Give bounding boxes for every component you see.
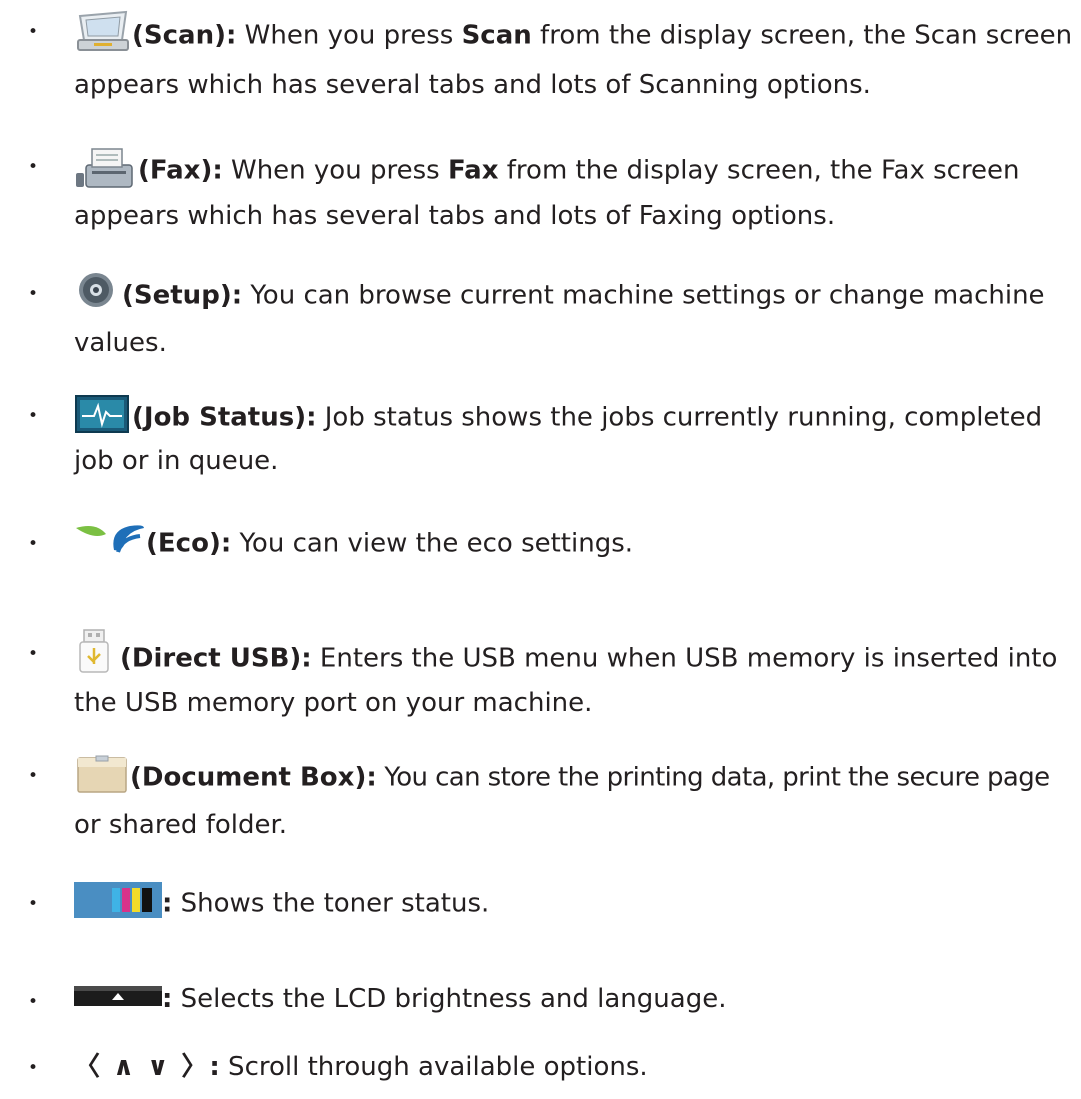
bullet: • (28, 534, 39, 554)
item-line-1: (Fax): When you press Fax from the displ… (74, 148, 1020, 193)
bullet: • (28, 644, 39, 664)
item-line-1: (Setup): You can browse current machine … (74, 273, 1045, 316)
scroll-arrows-icon: 〈 ∧ ∨ 〉 (74, 1052, 210, 1082)
bullet: • (28, 1058, 39, 1078)
job-status-icon (74, 394, 132, 434)
bullet: • (28, 22, 39, 42)
item-label-eco: Eco (157, 528, 209, 559)
item-line-1: 〈 ∧ ∨ 〉: Scroll through available option… (74, 1052, 648, 1082)
item-line-2: appears which has several tabs and lots … (74, 201, 836, 231)
brightness-tab-icon (74, 984, 162, 1008)
bullet: • (28, 992, 39, 1012)
folder-icon (74, 754, 130, 794)
item-line-1: (Eco): You can view the eco settings. (74, 525, 633, 562)
gear-icon (74, 272, 122, 312)
scanner-icon (74, 10, 132, 54)
fax-icon (74, 145, 138, 189)
usb-icon (74, 628, 120, 674)
item-line-1: (Direct USB): Enters the USB menu when U… (74, 629, 1057, 682)
item-line-2: job or in queue. (74, 446, 279, 476)
item-label-job-status: Job Status (143, 402, 295, 433)
eco-leaf-icon (74, 522, 146, 558)
item-line-2: values. (74, 328, 167, 358)
item-line-1: (Scan): When you press Scan from the dis… (74, 10, 1072, 58)
bullet: • (28, 406, 39, 426)
item-label-direct-usb: Direct USB (131, 643, 290, 674)
item-line-1: : Shows the toner status. (74, 882, 489, 922)
item-line-2: the USB memory port on your machine. (74, 688, 593, 718)
document-page: { "items": [ {"open": "(", "label": "Sca… (0, 0, 1081, 1099)
bullet: • (28, 766, 39, 786)
bullet: • (28, 894, 39, 914)
item-line-2: or shared folder. (74, 810, 288, 840)
item-label-document-box: Document Box (141, 762, 355, 793)
item-line-2: appears which has several tabs and lots … (74, 70, 871, 100)
toner-status-icon (74, 882, 162, 918)
item-line-1: (Job Status): Job status shows the jobs … (74, 395, 1042, 438)
bullet: • (28, 284, 39, 304)
item-line-1: : Selects the LCD brightness and languag… (74, 982, 726, 1016)
item-label-setup: Setup (133, 280, 220, 311)
item-line-1: (Document Box): You can store the printi… (74, 755, 1050, 798)
item-label-scan: Scan (143, 20, 215, 51)
item-label-fax: Fax (149, 155, 201, 186)
bullet: • (28, 157, 39, 177)
